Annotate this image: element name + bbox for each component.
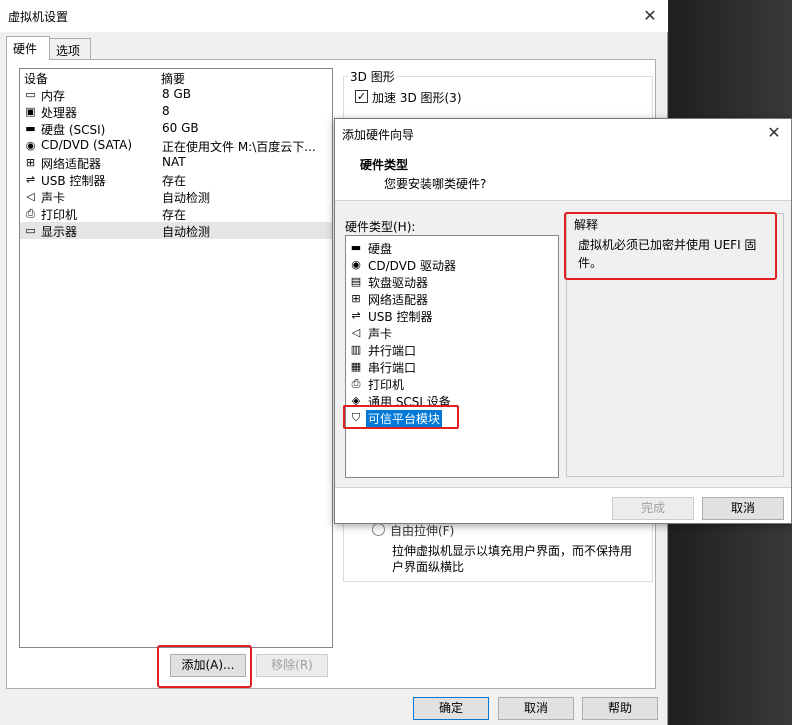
network-adapter-icon: ⊞: [351, 292, 361, 305]
device-name: 声卡: [41, 191, 66, 205]
device-row[interactable]: ⇌ USB 控制器 存在: [20, 171, 332, 188]
hardware-type-label: 并行端口: [368, 344, 417, 358]
hardware-type-item[interactable]: ⇌ USB 控制器: [348, 307, 548, 324]
highlight-tpm-item: [343, 405, 459, 429]
hardware-type-label: 打印机: [368, 378, 405, 392]
device-name: 显示器: [41, 225, 78, 239]
device-row[interactable]: ◉ CD/DVD (SATA) 正在使用文件 M:\百度云下...: [20, 137, 332, 154]
printer-icon: ⎙: [351, 377, 361, 390]
device-row[interactable]: ⊞ 网络适配器 NAT: [20, 154, 332, 171]
close-icon[interactable]: ✕: [636, 4, 664, 28]
device-summary: 存在: [162, 208, 187, 222]
device-summary: 自动检测: [162, 225, 211, 239]
device-name: 网络适配器: [41, 157, 102, 171]
background-desktop: [669, 0, 792, 118]
highlight-add-button: [157, 645, 252, 688]
device-summary: NAT: [162, 155, 186, 169]
finish-button[interactable]: 完成: [612, 497, 694, 520]
network-adapter-icon: ⊞: [25, 156, 36, 169]
free-stretch-radio[interactable]: [372, 523, 385, 536]
device-row[interactable]: ▭ 显示器 自动检测: [20, 222, 332, 239]
hardware-type-item[interactable]: ⊞ 网络适配器: [348, 290, 548, 307]
tab-options[interactable]: 选项: [49, 38, 91, 60]
device-row[interactable]: ⎙ 打印机 存在: [20, 205, 332, 222]
usb-icon: ⇌: [25, 173, 36, 186]
hard-disk-icon: ▬: [350, 241, 362, 254]
wizard-close-icon[interactable]: ✕: [764, 124, 784, 142]
device-summary: 8: [162, 104, 170, 118]
tab-hardware[interactable]: 硬件: [6, 36, 50, 60]
hardware-type-label: CD/DVD 驱动器: [368, 259, 456, 273]
remove-button[interactable]: 移除(R): [256, 654, 328, 677]
serial-port-icon: ▦: [350, 360, 362, 373]
device-name: CD/DVD (SATA): [41, 138, 133, 152]
device-name: 内存: [41, 89, 66, 103]
wizard-subheading: 您要安装哪类硬件?: [384, 177, 487, 191]
column-header-device[interactable]: 设备: [24, 70, 48, 87]
hardware-type-label: 硬件类型(H):: [345, 220, 416, 234]
wizard-footer-divider: [335, 487, 791, 488]
hardware-type-item[interactable]: ▬ 硬盘: [348, 239, 548, 256]
sound-card-icon: ◁: [351, 326, 361, 339]
ok-button[interactable]: 确定: [413, 697, 489, 720]
cd-dvd-icon: ◉: [25, 139, 36, 152]
device-row[interactable]: ▣ 处理器 8: [20, 103, 332, 120]
hardware-type-label: 硬盘: [368, 242, 393, 256]
device-name: 打印机: [41, 208, 78, 222]
memory-icon: ▭: [25, 88, 36, 101]
hardware-type-item[interactable]: ◁ 声卡: [348, 324, 548, 341]
device-summary: 自动检测: [162, 191, 211, 205]
window-title: 虚拟机设置: [8, 10, 69, 24]
printer-icon: ⎙: [26, 207, 35, 220]
usb-icon: ⇌: [351, 309, 361, 322]
hardware-type-item[interactable]: ▦ 串行端口: [348, 358, 548, 375]
wizard-cancel-button[interactable]: 取消: [702, 497, 784, 520]
hardware-type-label: 串行端口: [368, 361, 417, 375]
hardware-type-label: 声卡: [368, 327, 393, 341]
display-icon: ▭: [25, 224, 36, 237]
hardware-type-item[interactable]: ⎙ 打印机: [348, 375, 548, 392]
device-name: USB 控制器: [41, 174, 106, 188]
parallel-port-icon: ▥: [350, 343, 362, 356]
device-summary: 正在使用文件 M:\百度云下...: [162, 140, 316, 154]
hardware-type-label: 网络适配器: [368, 293, 429, 307]
accelerate-3d-checkbox[interactable]: ✓: [355, 90, 368, 103]
title-bar: [0, 0, 668, 32]
help-button[interactable]: 帮助: [582, 697, 658, 720]
device-row[interactable]: ▬ 硬盘 (SCSI) 60 GB: [20, 120, 332, 137]
device-summary: 存在: [162, 174, 187, 188]
hardware-type-label: 软盘驱动器: [368, 276, 429, 290]
hard-disk-icon: ▬: [25, 122, 36, 135]
free-stretch-label[interactable]: 自由拉伸(F): [390, 522, 454, 539]
sound-card-icon: ◁: [26, 190, 35, 203]
highlight-explanation: [564, 212, 777, 280]
hardware-type-label: USB 控制器: [368, 310, 433, 324]
device-name: 硬盘 (SCSI): [41, 123, 106, 137]
cancel-button[interactable]: 取消: [498, 697, 574, 720]
column-header-summary[interactable]: 摘要: [161, 70, 185, 87]
free-stretch-description: 拉伸虚拟机显示以填充用户界面，而不保持用户界面纵横比: [392, 544, 633, 574]
cpu-icon: ▣: [25, 105, 36, 118]
device-row[interactable]: ▭ 内存 8 GB: [20, 86, 332, 103]
wizard-title: 添加硬件向导: [342, 128, 415, 142]
hardware-type-item[interactable]: ▥ 并行端口: [348, 341, 548, 358]
device-summary: 60 GB: [162, 121, 199, 135]
accelerate-3d-label[interactable]: 加速 3D 图形(3): [372, 89, 462, 106]
floppy-icon: ▤: [350, 275, 362, 288]
device-summary: 8 GB: [162, 87, 191, 101]
cd-dvd-icon: ◉: [351, 258, 361, 271]
group-3d-title: 3D 图形: [348, 68, 397, 85]
hardware-type-item[interactable]: ◉ CD/DVD 驱动器: [348, 256, 548, 273]
device-name: 处理器: [41, 106, 78, 120]
hardware-type-item[interactable]: ▤ 软盘驱动器: [348, 273, 548, 290]
wizard-heading: 硬件类型: [360, 158, 409, 172]
device-row[interactable]: ◁ 声卡 自动检测: [20, 188, 332, 205]
background-desktop-lower: [669, 525, 792, 725]
